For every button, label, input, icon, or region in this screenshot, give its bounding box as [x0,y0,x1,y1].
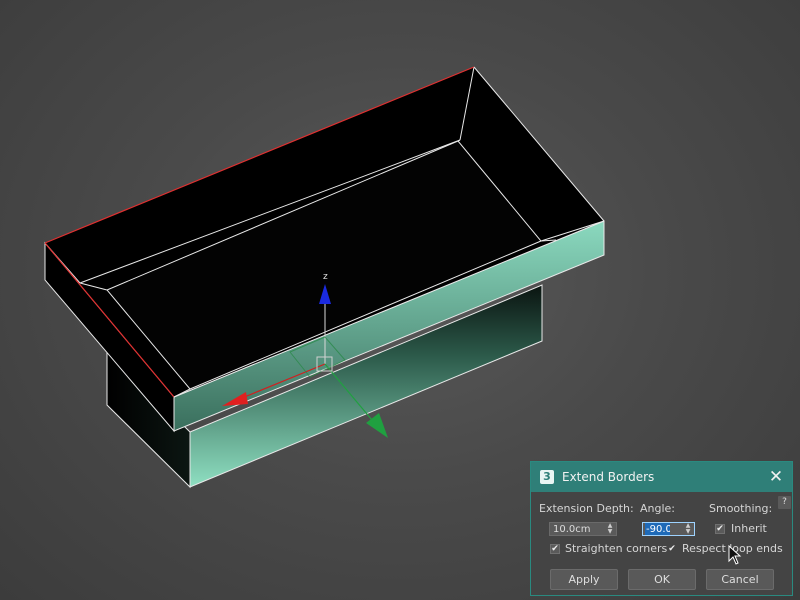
angle-label: Angle: [640,502,676,515]
straighten-corners-checkbox[interactable]: ✔ [550,544,560,554]
respect-loop-ends-checkbox[interactable]: ✔ [667,544,677,554]
close-icon[interactable]: ✕ [766,467,786,487]
dialog-title: Extend Borders [562,470,655,484]
angle-spinner[interactable]: ▲▼ [642,522,695,536]
inherit-checkbox[interactable]: ✔ [715,524,725,534]
spinner-arrows-icon[interactable]: ▲ ▼ [606,523,614,535]
extension-depth-label: Extension Depth: [539,502,634,515]
ok-button[interactable]: OK [628,569,696,590]
straighten-corners-label: Straighten corners [565,542,668,555]
extend-borders-dialog: 3 Extend Borders ✕ Extension Depth: Angl… [530,461,793,596]
dialog-titlebar[interactable]: 3 Extend Borders ✕ [531,462,792,492]
mouse-cursor-icon [728,545,742,565]
spinner-arrows-icon[interactable]: ▲ ▼ [684,523,692,535]
extension-depth-spinner[interactable]: ▲▼ [549,522,617,536]
extension-depth-input[interactable] [552,523,593,535]
cancel-button[interactable]: Cancel [706,569,774,590]
app-logo-icon: 3 [540,470,554,484]
help-icon[interactable]: ? [778,496,791,509]
inherit-label: Inherit [731,522,767,535]
smoothing-label: Smoothing: [709,502,773,515]
apply-button[interactable]: Apply [550,569,618,590]
angle-input[interactable] [645,523,670,535]
z-axis-label: z [323,272,328,282]
